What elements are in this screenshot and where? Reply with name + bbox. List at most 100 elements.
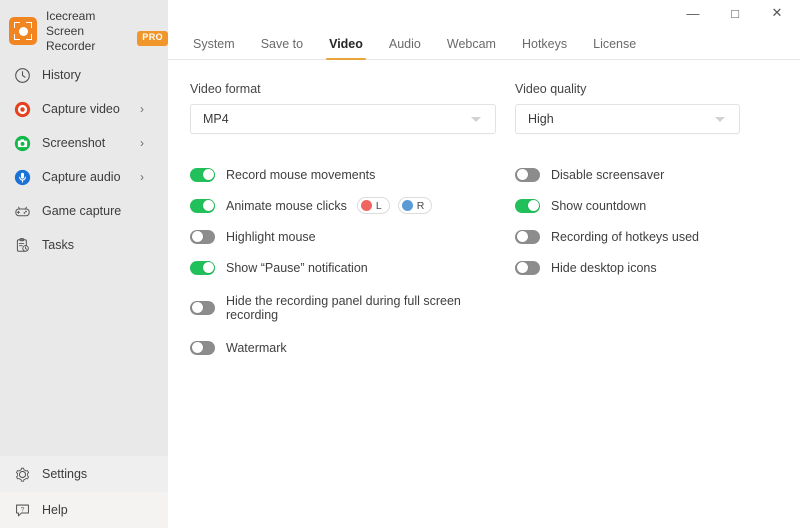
right-toggle-list: Disable screensaver Show countdown Recor… <box>515 159 775 283</box>
sidebar-item-game-capture[interactable]: Game capture <box>0 194 168 228</box>
right-settings-column: Video quality High Disable screensaver S… <box>515 82 775 363</box>
sidebar-item-tasks[interactable]: Tasks <box>0 228 168 262</box>
toggle-switch[interactable] <box>515 229 540 244</box>
chevron-right-icon: › <box>140 136 144 150</box>
sidebar-bottom-nav: Settings ? Help <box>0 456 168 528</box>
sidebar-item-label: Capture video <box>42 102 120 116</box>
toggle-label: Record mouse movements <box>226 167 376 182</box>
svg-text:?: ? <box>20 506 24 513</box>
toggle-switch[interactable] <box>515 167 540 182</box>
toggle-switch[interactable] <box>190 260 215 275</box>
app-window: Icecream Screen Recorder PRO History Cap… <box>0 0 800 528</box>
pro-badge: PRO <box>137 31 168 46</box>
toggle-row-show-pause-notification[interactable]: Show “Pause” notification <box>190 252 515 283</box>
toggle-label: Watermark <box>226 340 287 355</box>
maximize-button[interactable]: □ <box>714 0 756 26</box>
left-click-label: L <box>375 199 382 212</box>
settings-tab-bar: System Save to Video Audio Webcam Hotkey… <box>168 26 800 60</box>
record-icon <box>11 101 33 118</box>
title-bar: — □ ✕ <box>168 0 800 26</box>
toggle-switch[interactable] <box>190 229 215 244</box>
toggle-label: Show countdown <box>551 198 647 213</box>
right-click-color-chip[interactable]: R <box>397 197 433 214</box>
video-settings-content: Video format MP4 Record mouse movements … <box>168 60 800 363</box>
toggle-row-animate-mouse-clicks[interactable]: Animate mouse clicks L R <box>190 190 515 221</box>
app-logo-icon <box>9 17 37 45</box>
right-click-label: R <box>416 199 425 212</box>
toggle-row-record-mouse-movements[interactable]: Record mouse movements <box>190 159 515 190</box>
tab-webcam[interactable]: Webcam <box>434 26 509 59</box>
sidebar: Icecream Screen Recorder PRO History Cap… <box>0 0 168 528</box>
video-quality-label: Video quality <box>515 82 587 96</box>
gamepad-icon <box>11 203 33 220</box>
toggle-switch[interactable] <box>515 198 540 213</box>
tab-audio[interactable]: Audio <box>376 26 434 59</box>
toggle-label: Recording of hotkeys used <box>551 229 700 244</box>
sidebar-item-settings[interactable]: Settings <box>0 456 168 492</box>
sidebar-item-history[interactable]: History <box>0 58 168 92</box>
toggle-row-hide-desktop-icons[interactable]: Hide desktop icons <box>515 252 775 283</box>
sidebar-nav: History Capture video › Screenshot › Cap… <box>0 58 168 262</box>
toggle-row-hide-recording-panel[interactable]: Hide the recording panel during full scr… <box>190 292 515 323</box>
toggle-switch[interactable] <box>515 260 540 275</box>
microphone-icon <box>11 169 33 186</box>
brand-name-line1: Icecream <box>46 8 96 23</box>
video-quality-select[interactable]: High <box>515 104 740 134</box>
camera-icon <box>11 135 33 152</box>
toggle-label: Animate mouse clicks <box>226 198 347 213</box>
chevron-right-icon: › <box>140 170 144 184</box>
clock-icon <box>11 67 33 84</box>
chevron-right-icon: › <box>140 102 144 116</box>
left-settings-column: Video format MP4 Record mouse movements … <box>190 82 515 363</box>
toggle-label: Hide desktop icons <box>551 260 657 275</box>
tab-system[interactable]: System <box>180 26 248 59</box>
sidebar-item-screenshot[interactable]: Screenshot › <box>0 126 168 160</box>
video-quality-value: High <box>528 112 554 126</box>
video-format-value: MP4 <box>203 112 229 126</box>
toggle-switch[interactable] <box>190 198 215 213</box>
tab-license[interactable]: License <box>580 26 649 59</box>
left-toggle-list: Record mouse movements Animate mouse cli… <box>190 159 515 363</box>
toggle-switch[interactable] <box>190 167 215 182</box>
sidebar-item-label: Game capture <box>42 204 122 218</box>
toggle-row-show-countdown[interactable]: Show countdown <box>515 190 775 221</box>
toggle-row-watermark[interactable]: Watermark <box>190 332 515 363</box>
mouse-click-color-chips: L R <box>356 197 433 214</box>
toggle-label: Hide the recording panel during full scr… <box>226 293 461 322</box>
sidebar-item-label: History <box>42 68 81 82</box>
toggle-label: Disable screensaver <box>551 167 665 182</box>
video-format-select[interactable]: MP4 <box>190 104 496 134</box>
tab-save-to[interactable]: Save to <box>248 26 316 59</box>
toggle-row-highlight-mouse[interactable]: Highlight mouse <box>190 221 515 252</box>
right-click-swatch <box>401 200 413 211</box>
gear-icon <box>11 466 33 483</box>
video-format-label: Video format <box>190 82 261 96</box>
brand-name-line2: Screen Recorder <box>46 23 96 53</box>
sidebar-item-label: Help <box>42 503 68 517</box>
brand-header: Icecream Screen Recorder PRO <box>0 0 168 53</box>
sidebar-item-capture-audio[interactable]: Capture audio › <box>0 160 168 194</box>
tasks-icon <box>11 237 33 254</box>
minimize-button[interactable]: — <box>672 0 714 26</box>
toggle-label: Highlight mouse <box>226 229 316 244</box>
close-button[interactable]: ✕ <box>756 0 798 26</box>
toggle-switch[interactable] <box>190 300 215 315</box>
chevron-down-icon <box>471 116 481 122</box>
tab-hotkeys[interactable]: Hotkeys <box>509 26 580 59</box>
sidebar-item-label: Settings <box>42 467 88 481</box>
toggle-switch[interactable] <box>190 340 215 355</box>
chevron-down-icon <box>715 116 725 122</box>
main-panel: — □ ✕ System Save to Video Audio Webcam … <box>168 0 800 528</box>
help-icon: ? <box>11 502 33 519</box>
left-click-color-chip[interactable]: L <box>356 197 390 214</box>
sidebar-item-label: Tasks <box>42 238 74 252</box>
sidebar-item-label: Screenshot <box>42 136 106 150</box>
sidebar-item-label: Capture audio <box>42 170 121 184</box>
tab-video[interactable]: Video <box>316 26 376 60</box>
sidebar-item-capture-video[interactable]: Capture video › <box>0 92 168 126</box>
toggle-label: Show “Pause” notification <box>226 260 368 275</box>
toggle-row-recording-of-hotkeys-used[interactable]: Recording of hotkeys used <box>515 221 775 252</box>
left-click-swatch <box>360 200 372 211</box>
sidebar-item-help[interactable]: ? Help <box>0 492 168 528</box>
toggle-row-disable-screensaver[interactable]: Disable screensaver <box>515 159 775 190</box>
